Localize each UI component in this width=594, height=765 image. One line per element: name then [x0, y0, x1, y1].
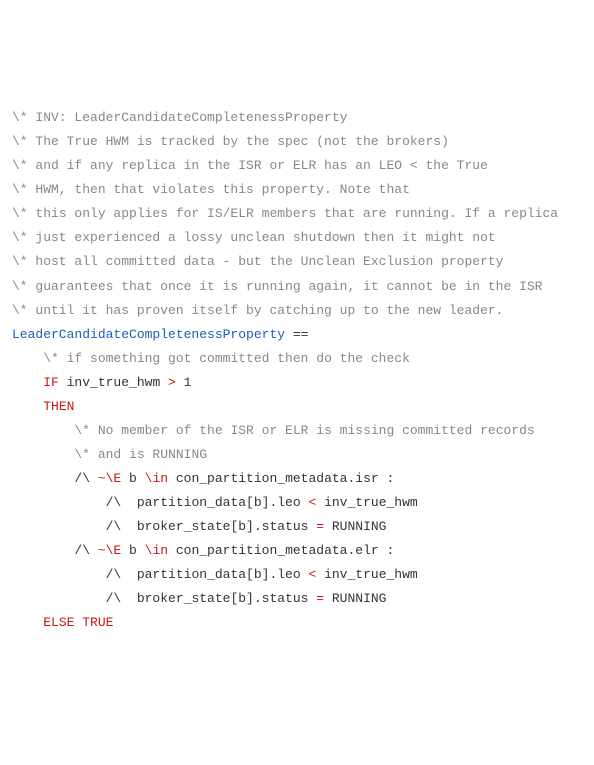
comment-line: \* just experienced a lossy unclean shut… [12, 230, 496, 245]
leo-expr: partition_data[b].leo [129, 567, 308, 582]
comment-line: \* until it has proven itself by catchin… [12, 303, 503, 318]
comment-line: \* INV: LeaderCandidateCompletenessPrope… [12, 110, 347, 125]
var: inv_true_hwm [59, 375, 168, 390]
indent [12, 615, 43, 630]
comment-line: \* host all committed data - but the Unc… [12, 254, 503, 269]
running: RUNNING [324, 519, 386, 534]
indent [12, 423, 74, 438]
comment-line: \* The True HWM is tracked by the spec (… [12, 134, 449, 149]
comment-line: \* this only applies for IS/ELR members … [12, 206, 558, 221]
conj: /\ [74, 471, 97, 486]
indent [12, 591, 106, 606]
kw-in: \in [145, 543, 168, 558]
indent [12, 495, 106, 510]
indent [12, 447, 74, 462]
comment-line: \* and is RUNNING [74, 447, 207, 462]
elr-expr: con_partition_metadata.elr : [168, 543, 394, 558]
isr-expr: con_partition_metadata.isr : [168, 471, 394, 486]
comment-line: \* No member of the ISR or ELR is missin… [74, 423, 534, 438]
comment-line: \* and if any replica in the ISR or ELR … [12, 158, 488, 173]
conj: /\ [106, 519, 129, 534]
op-eq: = [316, 591, 324, 606]
leo-expr: partition_data[b].leo [129, 495, 308, 510]
op-lt: < [308, 567, 316, 582]
op-gt: > [168, 375, 176, 390]
status-expr: broker_state[b].status [129, 519, 316, 534]
kw-if: IF [43, 375, 59, 390]
running: RUNNING [324, 591, 386, 606]
not-exists: ~\E [98, 543, 121, 558]
not-exists: ~\E [98, 471, 121, 486]
indent [12, 567, 106, 582]
hwm: inv_true_hwm [316, 495, 417, 510]
num: 1 [176, 375, 192, 390]
op-eq: = [316, 519, 324, 534]
op-eqeq: == [285, 327, 308, 342]
indent [12, 375, 43, 390]
comment-line: \* guarantees that once it is running ag… [12, 279, 543, 294]
bvar: b [121, 471, 144, 486]
hwm: inv_true_hwm [316, 567, 417, 582]
kw-else: ELSE [43, 615, 74, 630]
indent [12, 543, 74, 558]
indent [12, 519, 106, 534]
def-name: LeaderCandidateCompletenessProperty [12, 327, 285, 342]
kw-in: \in [145, 471, 168, 486]
kw-then: THEN [43, 399, 74, 414]
indent [12, 471, 74, 486]
status-expr: broker_state[b].status [129, 591, 316, 606]
conj: /\ [106, 567, 129, 582]
bvar: b [121, 543, 144, 558]
indent [12, 399, 43, 414]
kw-true: TRUE [74, 615, 113, 630]
comment-line: \* if something got committed then do th… [43, 351, 410, 366]
conj: /\ [74, 543, 97, 558]
comment-line: \* HWM, then that violates this property… [12, 182, 410, 197]
conj: /\ [106, 591, 129, 606]
indent [12, 351, 43, 366]
conj: /\ [106, 495, 129, 510]
code-block: \* INV: LeaderCandidateCompletenessPrope… [12, 106, 582, 635]
